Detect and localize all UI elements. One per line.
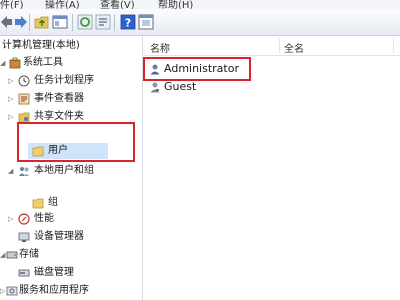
- tree-item-storage[interactable]: ◢ 存储: [0, 248, 140, 262]
- tree-item-performance[interactable]: ▷ 性能: [0, 212, 140, 226]
- toolbar: ?: [0, 9, 400, 36]
- expand-arrow-icon[interactable]: ▷: [8, 212, 16, 226]
- list-item-label: Guest: [164, 80, 197, 93]
- menu-view[interactable]: 查看(V): [100, 0, 135, 9]
- expand-arrow-icon[interactable]: ▷: [8, 74, 16, 88]
- expand-arrow-icon[interactable]: ▷: [8, 110, 16, 124]
- tree-item-local-users-groups[interactable]: ◢ 本地用户和组: [0, 164, 140, 178]
- export-icon[interactable]: [95, 14, 111, 30]
- tree-item-event-viewer[interactable]: ▷ 事件查看器: [0, 92, 140, 106]
- tree-item-label: 性能: [34, 213, 54, 224]
- expand-arrow-icon[interactable]: ▷: [8, 92, 16, 106]
- collapse-arrow-icon[interactable]: ◢: [8, 164, 16, 178]
- tree-item-groups[interactable]: 组: [28, 196, 108, 210]
- annotation-highlight-box: [143, 57, 251, 81]
- collapse-arrow-icon[interactable]: ◢: [0, 56, 8, 70]
- tree-item-label: 系统工具: [23, 57, 63, 68]
- event-viewer-icon: [18, 93, 30, 105]
- tree-item-label: 服务和应用程序: [19, 285, 89, 296]
- column-divider[interactable]: [393, 38, 394, 53]
- column-divider[interactable]: [279, 38, 280, 53]
- annotation-highlight-box: [17, 122, 135, 162]
- tree-item-label: 本地用户和组: [34, 165, 94, 176]
- tree-item-label: 组: [48, 197, 58, 208]
- tree-item-label: 事件查看器: [34, 93, 84, 104]
- tree-item-device-manager[interactable]: 设备管理器: [0, 230, 140, 244]
- tree-item-label: 磁盘管理: [34, 267, 74, 278]
- user-disabled-icon: [150, 82, 160, 93]
- menu-action[interactable]: 操作(A): [45, 0, 80, 9]
- tree-item-task-scheduler[interactable]: ▷ 任务计划程序: [0, 74, 140, 88]
- toolbar-separator: [29, 14, 30, 31]
- console-tree: 计算机管理(本地) ◢ 系统工具 ▷ 任务计划程序 ▷ 事件查看器 ▷ 共享文件…: [0, 36, 143, 300]
- tree-item-label: 存储: [19, 249, 39, 260]
- users-group-icon: [19, 167, 29, 176]
- tree-item-disk-management[interactable]: 磁盘管理: [0, 266, 140, 280]
- column-header-fullname[interactable]: 全名: [284, 40, 304, 55]
- list-column-header: 名称 全名: [143, 36, 400, 56]
- menu-file[interactable]: 件(F): [0, 0, 24, 9]
- storage-icon: [6, 251, 18, 259]
- menu-bar: 件(F) 操作(A) 查看(V) 帮助(H): [0, 0, 400, 9]
- up-folder-icon[interactable]: [34, 14, 50, 30]
- column-header-name[interactable]: 名称: [150, 40, 170, 55]
- services-icon: [6, 286, 18, 296]
- list-item-guest[interactable]: Guest: [147, 79, 227, 95]
- tree-root[interactable]: 计算机管理(本地): [0, 39, 140, 53]
- properties-icon[interactable]: [138, 14, 154, 30]
- toolbar-separator: [72, 14, 73, 31]
- tree-item-label: 设备管理器: [34, 231, 84, 242]
- toolbox-icon: [9, 57, 21, 69]
- clock-icon: [18, 75, 30, 87]
- performance-icon: [18, 213, 30, 225]
- console-tree-icon[interactable]: [52, 14, 68, 30]
- list-pane: 名称 全名 Administrator Guest: [143, 36, 400, 300]
- tree-item-services-apps[interactable]: ▷ 服务和应用程序: [0, 284, 140, 298]
- menu-help[interactable]: 帮助(H): [158, 0, 193, 9]
- device-manager-icon: [18, 232, 30, 242]
- disk-icon: [18, 269, 30, 277]
- help-icon[interactable]: ?: [120, 14, 136, 30]
- forward-icon[interactable]: [12, 14, 28, 30]
- toolbar-separator: [114, 14, 115, 31]
- refresh-icon[interactable]: [77, 14, 93, 30]
- tree-item-label: 任务计划程序: [34, 75, 94, 86]
- folder-icon: [32, 198, 44, 209]
- tree-root-label: 计算机管理(本地): [2, 40, 80, 51]
- svg-text:?: ?: [125, 17, 131, 30]
- tree-item-system-tools[interactable]: ◢ 系统工具: [0, 56, 140, 70]
